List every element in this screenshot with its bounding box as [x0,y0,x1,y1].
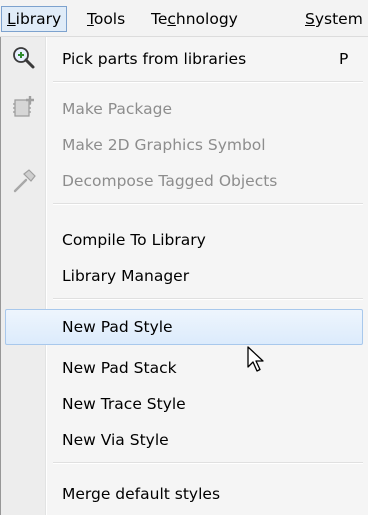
library-dropdown-menu: Pick parts from libraries P Make Package… [0,37,368,515]
menu-separator [53,298,363,300]
menu-item-label: Pick parts from libraries [62,50,247,68]
menu-item-label: New Pad Stack [62,359,177,377]
menu-separator [53,81,363,83]
menu-technology-label-b: hnology [175,10,238,28]
menu-item-decompose-tagged[interactable]: Decompose Tagged Objects [5,163,363,199]
menu-library[interactable]: Library [1,6,68,32]
menu-technology-label-a: Te [151,10,168,28]
menu-item-new-via-style[interactable]: New Via Style [5,422,363,458]
menu-item-make-2d-symbol[interactable]: Make 2D Graphics Symbol [5,127,363,163]
menu-item-label: Decompose Tagged Objects [62,172,278,190]
menu-technology[interactable]: Technology [146,6,243,32]
menu-item-pick-parts[interactable]: Pick parts from libraries P [5,41,363,77]
menu-system-label-mnemonic: S [305,10,315,28]
menu-library-label: ibrary [15,10,62,28]
menu-item-make-package[interactable]: Make Package [5,91,363,127]
menu-item-label: New Pad Style [62,318,173,336]
menu-item-label: Compile To Library [62,231,206,249]
magnifier-parts-icon [13,47,35,69]
menu-item-label: New Trace Style [62,395,186,413]
menu-system[interactable]: System [300,6,368,32]
menu-separator [53,462,363,464]
package-add-icon [13,96,34,117]
menu-item-label: Make Package [62,100,173,118]
menu-tools-label-mnemonic: T [87,10,94,28]
menu-item-label: Merge default styles [62,485,221,503]
mouse-pointer-icon [247,346,264,372]
menu-technology-label-mnemonic: c [167,10,176,28]
menu-separator [53,203,363,205]
menu-item-label: New Via Style [62,431,169,449]
menu-bar: Library Tools Technology System [0,0,368,37]
menu-tools[interactable]: Tools [82,6,130,32]
menu-system-label: ystem [314,10,363,28]
menu-item-new-pad-stack[interactable]: New Pad Stack [5,350,363,386]
menu-item-shortcut: P [339,50,349,68]
menu-item-new-trace-style[interactable]: New Trace Style [5,386,363,422]
menu-library-label-mnemonic: L [7,10,16,28]
menu-tools-label: ools [93,10,126,28]
menu-item-compile-to-library[interactable]: Compile To Library [5,222,363,258]
menu-item-label: Library Manager [62,267,190,285]
menu-item-merge-default-styles[interactable]: Merge default styles [5,476,363,512]
menu-item-library-manager[interactable]: Library Manager [5,258,363,294]
hammer-icon [13,169,36,193]
menu-item-new-pad-style[interactable]: New Pad Style [5,309,363,345]
menu-item-label: Make 2D Graphics Symbol [62,136,266,154]
